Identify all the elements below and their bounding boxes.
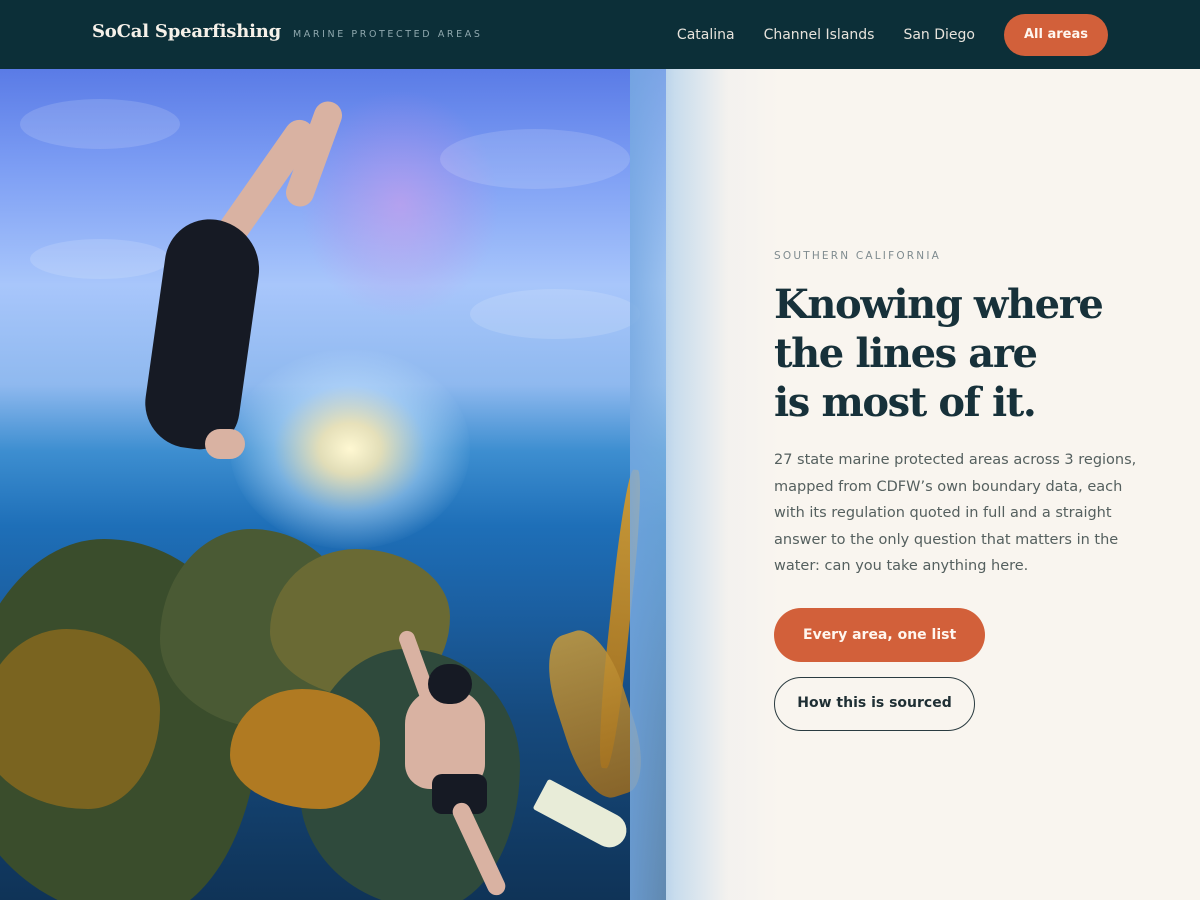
nav-link-san-diego[interactable]: San Diego [903, 27, 975, 43]
all-areas-button[interactable]: All areas [1003, 13, 1108, 56]
brand-tagline: MARINE PROTECTED AREAS [293, 29, 483, 40]
brand-name[interactable]: SoCal Spearfishing [92, 21, 281, 42]
nav-link-catalina[interactable]: Catalina [677, 27, 735, 43]
kelp-strand [535, 622, 655, 806]
nav-link-channel-islands[interactable]: Channel Islands [764, 27, 875, 43]
eyebrow: SOUTHERN CALIFORNIA [774, 250, 942, 262]
sun-glow [230, 349, 470, 549]
hero-description: 27 state marine protected areas across 3… [774, 452, 1137, 574]
surface-ripple [20, 99, 180, 149]
surface-ripple [30, 239, 170, 279]
hero-content: SOUTHERN CALIFORNIA Knowing where the li… [774, 250, 1154, 731]
main-nav: Catalina Channel Islands San Diego All a… [677, 0, 1108, 69]
diver-head [428, 664, 472, 704]
how-sourced-button[interactable]: How this is sourced [774, 676, 975, 731]
every-area-button[interactable]: Every area, one list [774, 607, 986, 662]
site-header: SoCal Spearfishing MARINE PROTECTED AREA… [0, 0, 1200, 69]
kelp-clump [230, 689, 380, 809]
surface-ripple [470, 289, 640, 339]
diver-hands [205, 429, 245, 459]
hero-photo [0, 69, 666, 900]
kelp-clump [0, 629, 160, 809]
surface-ripple [440, 129, 630, 189]
page-title: Knowing where the lines are is most of i… [774, 281, 1104, 426]
brand[interactable]: SoCal Spearfishing MARINE PROTECTED AREA… [92, 21, 482, 42]
